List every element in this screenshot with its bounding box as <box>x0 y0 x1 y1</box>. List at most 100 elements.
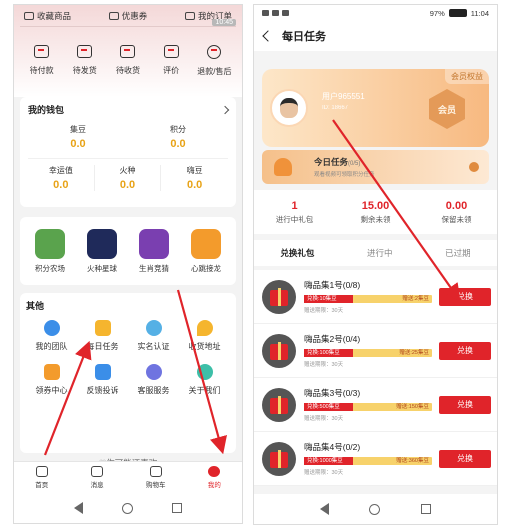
list-item: 嗨品集1号(0/8) 兑换:10集豆 赠送:2集豆 赠送期限：30天 兑换 <box>254 270 497 324</box>
gift-list: 嗨品集1号(0/8) 兑换:10集豆 赠送:2集豆 赠送期限：30天 兑换 嗨品集… <box>254 270 497 486</box>
wallet-title: 我的钱包 <box>28 105 65 115</box>
redeem-button[interactable]: 兑换 <box>439 395 491 414</box>
game-points-farm[interactable]: 积分农场 <box>35 228 65 274</box>
game-fire-planet[interactable]: 火种星球 <box>87 228 117 274</box>
heartbeat-icon <box>191 228 221 259</box>
customer-service-item[interactable]: 客服服务 <box>128 364 179 396</box>
task-hint: 观看视频可领取积分任务 <box>314 172 375 178</box>
wallet-card[interactable]: 我的钱包 集豆 0.0 积分 0.0 幸运值 0.0 火种 0.0 嗨豆 0.0 <box>20 97 236 207</box>
progress-bar: 兑换:1000集豆 赠送:360集豆 <box>304 457 432 465</box>
battery-percent: 97% <box>429 8 445 18</box>
chevron-right-icon[interactable] <box>220 105 230 114</box>
feedback-item[interactable]: 反馈投诉 <box>77 364 128 396</box>
farm-icon <box>35 228 65 259</box>
avatar[interactable] <box>270 89 308 127</box>
status-time: 10:45 <box>212 19 236 26</box>
tab-redeem-gifts[interactable]: 兑换礼包 <box>280 247 314 259</box>
pending-shipment-button[interactable]: 待发货 <box>64 45 106 77</box>
pending-receipt-button[interactable]: 待收货 <box>107 45 149 77</box>
cart-icon <box>149 466 162 477</box>
favorites-tab[interactable]: 收藏商品 <box>24 10 71 22</box>
wallet-fire[interactable]: 火种 0.0 <box>95 165 162 191</box>
member-benefits-tag[interactable]: 会员权益 <box>445 69 489 84</box>
coupon-center-item[interactable]: 领券中心 <box>26 364 77 396</box>
feedback-icon <box>94 364 111 380</box>
nav-mine[interactable]: 我的 <box>208 466 221 489</box>
location-icon <box>196 320 213 336</box>
back-triangle-icon[interactable] <box>320 503 330 515</box>
system-nav-bar <box>14 493 242 523</box>
task-icon <box>94 320 111 336</box>
info-icon <box>196 364 213 380</box>
daily-tasks-item[interactable]: 每日任务 <box>77 320 128 352</box>
notification-icon <box>262 10 269 16</box>
coupon-icon <box>43 364 60 380</box>
real-name-auth-item[interactable]: 实名认证 <box>128 320 179 352</box>
member-badge-icon: 会员 <box>429 89 465 129</box>
right-phone-screen: 97% 11:04 每日任务 会员权益 用户965551 ID: 18667 会… <box>253 4 498 525</box>
comment-icon <box>163 45 179 58</box>
others-title: 其他 <box>26 301 45 311</box>
gift-box-icon <box>262 387 296 422</box>
page-header: 每日任务 <box>254 21 497 51</box>
nav-cart[interactable]: 购物车 <box>146 466 165 489</box>
others-card: 其他 我的团队 每日任务 实名认证 收货地址 领券中心 反馈投诉 客服服务 关于… <box>20 293 236 453</box>
pending-payment-button[interactable]: 待付款 <box>21 45 63 77</box>
gift-stats: 1 进行中礼包 15.00 剩余未领 0.00 保留未领 <box>254 190 497 234</box>
top-shortcut-tabs: 收藏商品 优惠券 我的订单 <box>20 5 236 27</box>
back-triangle-icon[interactable] <box>73 502 83 514</box>
refund-button[interactable]: 退款/售后 <box>193 45 235 77</box>
gift-tabs: 兑换礼包 进行中 已过期 <box>254 240 497 266</box>
game-heartbeat-chain[interactable]: 心跳接龙 <box>191 228 221 274</box>
about-us-item[interactable]: 关于我们 <box>179 364 230 396</box>
wallet-luck[interactable]: 幸运值 0.0 <box>28 165 95 191</box>
wallet-hi-beans[interactable]: 嗨豆 0.0 <box>161 165 228 191</box>
signal-icon <box>272 10 279 16</box>
back-arrow-icon[interactable] <box>262 30 274 42</box>
list-item: 嗨品集3号(0/3) 兑换:500集豆 赠送:150集豆 赠送期限：30天 兑换 <box>254 378 497 432</box>
list-item: 嗨品集2号(0/4) 兑换:100集豆 赠送:25集豆 赠送期限：30天 兑换 <box>254 324 497 378</box>
box-icon <box>77 45 93 58</box>
bell-icon <box>274 158 292 176</box>
nav-home[interactable]: 首页 <box>35 466 48 489</box>
list-item: 嗨品集4号(0/2) 兑换:1000集豆 赠送:360集豆 赠送期限：30天 兑换 <box>254 432 497 486</box>
game-zodiac-guess[interactable]: 生肖竞猜 <box>139 228 169 274</box>
home-circle-icon[interactable] <box>121 502 133 514</box>
today-task-banner[interactable]: 今日任务(0/5) 观看视频可领取积分任务 <box>262 150 489 184</box>
redeem-button[interactable]: 兑换 <box>439 341 491 360</box>
page-title: 每日任务 <box>282 31 326 43</box>
tab-in-progress[interactable]: 进行中 <box>367 247 393 259</box>
system-nav-bar <box>254 494 497 524</box>
redeem-button[interactable]: 兑换 <box>439 449 491 468</box>
wifi-icon <box>282 10 289 16</box>
coupon-icon <box>108 11 119 20</box>
status-bar: 97% 11:04 <box>254 5 497 21</box>
avatar-face-icon <box>280 98 298 118</box>
recent-apps-icon[interactable] <box>420 504 431 514</box>
gift-box-icon <box>262 441 296 476</box>
stat-in-progress: 1 进行中礼包 <box>275 199 314 224</box>
tab-expired[interactable]: 已过期 <box>445 247 471 259</box>
wallet-icon <box>34 45 50 58</box>
message-icon <box>91 466 104 477</box>
redeem-button[interactable]: 兑换 <box>439 287 491 306</box>
member-card[interactable]: 会员权益 用户965551 ID: 18667 会员 <box>262 69 489 147</box>
home-circle-icon[interactable] <box>369 503 381 515</box>
progress-bar: 兑换:10集豆 赠送:2集豆 <box>304 295 432 303</box>
gift-box-icon <box>262 279 296 314</box>
my-team-item[interactable]: 我的团队 <box>26 320 77 352</box>
user-id: ID: 18667 <box>322 105 349 111</box>
team-icon <box>43 320 60 336</box>
wallet-points[interactable]: 积分 0.0 <box>128 124 228 150</box>
shipping-address-item[interactable]: 收货地址 <box>179 320 230 352</box>
star-icon <box>24 11 34 20</box>
review-button[interactable]: 评价 <box>150 45 192 77</box>
nav-messages[interactable]: 消息 <box>91 466 104 489</box>
stat-reserved: 0.00 保留未领 <box>441 199 472 224</box>
recent-apps-icon[interactable] <box>172 503 183 513</box>
wallet-beans[interactable]: 集豆 0.0 <box>28 124 128 150</box>
coupons-tab[interactable]: 优惠券 <box>108 10 147 22</box>
profile-icon <box>208 466 221 477</box>
arrow-right-icon[interactable] <box>469 162 479 172</box>
orders-icon <box>184 11 195 20</box>
